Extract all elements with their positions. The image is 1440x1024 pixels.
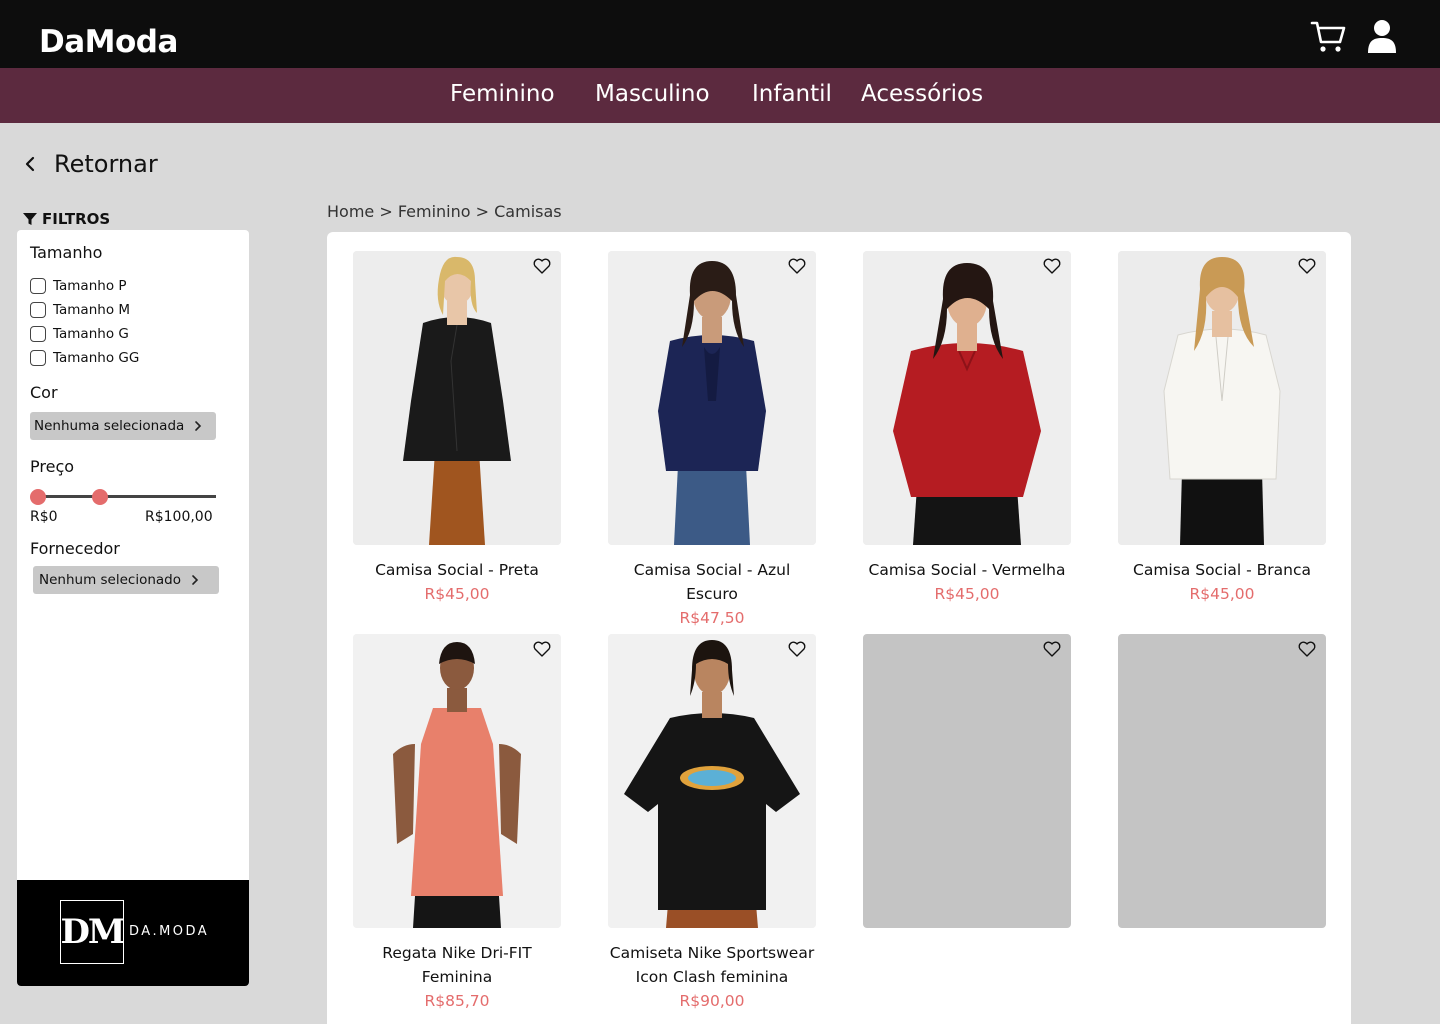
user-icon[interactable] xyxy=(1366,19,1398,55)
size-p-checkbox[interactable] xyxy=(30,278,46,294)
supplier-filter-title: Fornecedor xyxy=(30,539,120,558)
logo[interactable]: DaModa xyxy=(39,24,178,60)
back-link[interactable]: Retornar xyxy=(22,150,158,178)
filters-title: FILTROS xyxy=(23,210,110,228)
supplier-select[interactable]: Nenhum selecionado xyxy=(33,566,219,594)
heart-icon[interactable] xyxy=(533,258,551,274)
product-card-placeholder[interactable] xyxy=(863,634,1071,928)
size-option-p[interactable]: Tamanho P xyxy=(30,278,127,294)
heart-icon[interactable] xyxy=(1043,641,1061,657)
product-name[interactable]: Camisa Social - Branca xyxy=(1118,558,1326,582)
filters-title-label: FILTROS xyxy=(42,210,111,228)
price-filter-title: Preço xyxy=(30,457,75,476)
color-select-value: Nenhuma selecionada xyxy=(34,418,185,434)
size-filter-title: Tamanho xyxy=(30,243,103,262)
product-image-placeholder[interactable] xyxy=(863,634,1071,928)
product-card[interactable]: Camisa Social - Vermelha R$45,00 xyxy=(863,251,1071,606)
product-photo-woman-white-shirt xyxy=(1118,251,1326,545)
product-price: R$45,00 xyxy=(934,585,1000,603)
color-filter-title: Cor xyxy=(30,383,58,402)
cart-icon[interactable] xyxy=(1310,19,1346,55)
product-name[interactable]: Camiseta Nike Sportswear Icon Clash femi… xyxy=(608,941,816,989)
size-option-label: Tamanho G xyxy=(53,326,129,342)
product-photo-woman-red-shirt xyxy=(863,251,1071,545)
back-label: Retornar xyxy=(54,150,158,178)
brand-banner: DM DA.MODA xyxy=(17,880,249,986)
nav-item-masculino[interactable]: Masculino xyxy=(595,81,710,107)
product-card[interactable]: Camisa Social - Azul Escuro R$47,50 xyxy=(608,251,816,630)
product-price: R$45,00 xyxy=(1189,585,1255,603)
product-name[interactable]: Regata Nike Dri-FIT Feminina xyxy=(353,941,561,989)
product-photo-woman-coral-tank xyxy=(353,634,561,928)
top-bar: DaModa xyxy=(0,0,1440,68)
product-photo-woman-black-tshirt xyxy=(608,634,816,928)
price-slider-min-thumb[interactable] xyxy=(30,489,46,505)
product-image[interactable] xyxy=(608,634,816,928)
price-slider-max-thumb[interactable] xyxy=(92,489,108,505)
product-image[interactable] xyxy=(1118,251,1326,545)
brand-logo-mark: DM xyxy=(60,900,126,964)
size-option-label: Tamanho M xyxy=(53,302,131,318)
product-name[interactable]: Camisa Social - Preta xyxy=(353,558,561,582)
price-min-label: R$0 xyxy=(30,509,58,525)
product-card-placeholder[interactable] xyxy=(1118,634,1326,928)
nav-item-feminino[interactable]: Feminino xyxy=(450,81,555,107)
chevron-right-icon xyxy=(192,575,199,585)
filter-icon xyxy=(23,213,37,225)
size-option-m[interactable]: Tamanho M xyxy=(30,302,130,318)
product-photo-woman-navy-shirt xyxy=(608,251,816,545)
size-option-label: Tamanho GG xyxy=(53,350,140,366)
product-name[interactable]: Camisa Social - Vermelha xyxy=(863,558,1071,582)
size-option-g[interactable]: Tamanho G xyxy=(30,326,129,342)
size-option-label: Tamanho P xyxy=(53,278,127,294)
chevron-right-icon xyxy=(195,421,202,431)
product-price: R$90,00 xyxy=(679,992,745,1010)
product-card[interactable]: Camiseta Nike Sportswear Icon Clash femi… xyxy=(608,634,816,1013)
product-price: R$47,50 xyxy=(679,609,745,627)
product-card[interactable]: Regata Nike Dri-FIT Feminina R$85,70 xyxy=(353,634,561,1013)
product-price: R$85,70 xyxy=(424,992,490,1010)
product-image[interactable] xyxy=(353,634,561,928)
color-select[interactable]: Nenhuma selecionada xyxy=(30,412,216,440)
size-g-checkbox[interactable] xyxy=(30,326,46,342)
breadcrumb[interactable]: Home > Feminino > Camisas xyxy=(327,202,562,221)
size-gg-checkbox[interactable] xyxy=(30,350,46,366)
heart-icon[interactable] xyxy=(788,258,806,274)
brand-logo-text: DA.MODA xyxy=(129,924,210,939)
product-image[interactable] xyxy=(608,251,816,545)
product-card[interactable]: Camisa Social - Branca R$45,00 xyxy=(1118,251,1326,606)
size-m-checkbox[interactable] xyxy=(30,302,46,318)
product-photo-woman-black-shirt xyxy=(353,251,561,545)
product-grid: Camisa Social - Preta R$45,00 Camisa Soc… xyxy=(327,232,1351,1024)
price-slider-track[interactable] xyxy=(38,495,216,498)
nav-item-infantil[interactable]: Infantil xyxy=(752,81,832,107)
size-option-gg[interactable]: Tamanho GG xyxy=(30,350,139,366)
supplier-select-value: Nenhum selecionado xyxy=(39,572,182,588)
product-image[interactable] xyxy=(863,251,1071,545)
heart-icon[interactable] xyxy=(1298,641,1316,657)
product-image[interactable] xyxy=(353,251,561,545)
heart-icon[interactable] xyxy=(1298,258,1316,274)
product-price: R$45,00 xyxy=(424,585,490,603)
product-image-placeholder[interactable] xyxy=(1118,634,1326,928)
heart-icon[interactable] xyxy=(533,641,551,657)
product-card[interactable]: Camisa Social - Preta R$45,00 xyxy=(353,251,561,606)
filters-sidebar: Tamanho Tamanho P Tamanho M Tamanho G Ta… xyxy=(17,230,249,986)
heart-icon[interactable] xyxy=(1043,258,1061,274)
heart-icon[interactable] xyxy=(788,641,806,657)
price-max-label: R$100,00 xyxy=(145,509,213,525)
category-nav: Feminino Masculino Infantil Acessórios xyxy=(0,68,1440,123)
chevron-left-icon xyxy=(25,156,35,172)
product-name[interactable]: Camisa Social - Azul Escuro xyxy=(608,558,816,606)
nav-item-acessorios[interactable]: Acessórios xyxy=(861,81,983,107)
